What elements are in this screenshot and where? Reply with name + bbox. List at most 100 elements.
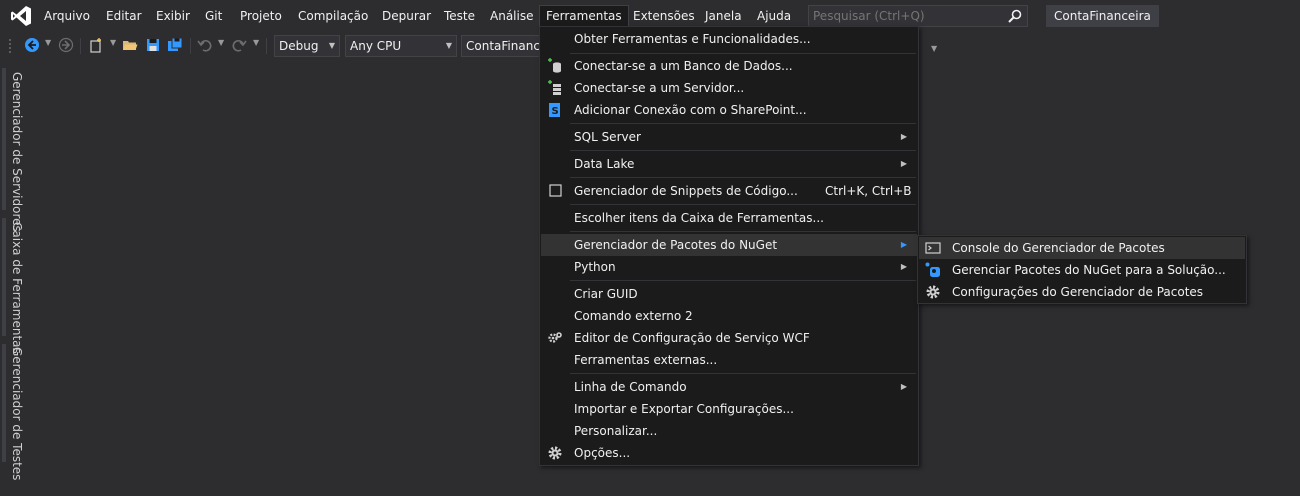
menu-separator bbox=[570, 150, 916, 151]
platform-value: Any CPU bbox=[350, 39, 402, 53]
menu-item-comando-externo[interactable]: Comando externo 2 bbox=[541, 305, 917, 327]
menu-item-importar-exportar[interactable]: Importar e Exportar Configurações... bbox=[541, 398, 917, 420]
submenu-item-console[interactable]: Console do Gerenciador de Pacotes bbox=[919, 237, 1245, 259]
undo-icon[interactable] bbox=[197, 37, 213, 53]
menu-item-ferramentas-externas[interactable]: Ferramentas externas... bbox=[541, 349, 917, 371]
menu-item-label: Python bbox=[574, 260, 616, 274]
submenu-arrow-icon: ▶ bbox=[900, 240, 907, 249]
menu-item-obter-ferramentas[interactable]: Obter Ferramentas e Funcionalidades... bbox=[541, 28, 917, 50]
menu-item-label: Linha de Comando bbox=[574, 380, 687, 394]
submenu-item-label: Console do Gerenciador de Pacotes bbox=[952, 241, 1165, 255]
menu-item-adicionar-sharepoint[interactable]: S Adicionar Conexão com o SharePoint... bbox=[541, 99, 917, 121]
menu-separator bbox=[570, 177, 916, 178]
visual-studio-logo-icon[interactable] bbox=[10, 5, 32, 27]
server-connect-icon bbox=[548, 80, 561, 95]
solution-configuration-select[interactable]: Debug ▼ bbox=[274, 35, 340, 57]
menu-item-label: Escolher itens da Caixa de Ferramentas..… bbox=[574, 211, 824, 225]
submenu-arrow-icon: ▶ bbox=[900, 132, 907, 141]
submenu-item-gerenciar-pacotes[interactable]: Gerenciar Pacotes do NuGet para a Soluçã… bbox=[919, 259, 1245, 281]
open-folder-icon[interactable] bbox=[122, 37, 138, 53]
menu-item-label: Ferramentas externas... bbox=[574, 353, 718, 367]
menu-item-shortcut: Ctrl+K, Ctrl+B bbox=[825, 184, 912, 198]
redo-icon[interactable] bbox=[231, 37, 247, 53]
chevron-down-icon[interactable]: ▼ bbox=[253, 38, 259, 47]
menu-exibir[interactable]: Exibir bbox=[156, 6, 190, 26]
menu-item-label: Personalizar... bbox=[574, 424, 658, 438]
menu-item-label: Comando externo 2 bbox=[574, 309, 693, 323]
menu-separator bbox=[570, 373, 916, 374]
database-connect-icon bbox=[548, 58, 561, 73]
menu-separator bbox=[570, 280, 916, 281]
menu-item-editor-wcf[interactable]: Editor de Configuração de Serviço WCF bbox=[541, 327, 917, 349]
chevron-down-icon[interactable]: ▼ bbox=[45, 38, 51, 47]
gear-icon bbox=[548, 446, 562, 460]
menu-item-nuget[interactable]: Gerenciador de Pacotes do NuGet ▶ bbox=[541, 234, 917, 256]
save-all-icon[interactable] bbox=[167, 37, 183, 53]
menu-editar[interactable]: Editar bbox=[106, 6, 142, 26]
menu-item-linha-comando[interactable]: Linha de Comando ▶ bbox=[541, 376, 917, 398]
toolbar-separator bbox=[190, 38, 191, 54]
chevron-down-icon: ▼ bbox=[445, 41, 452, 50]
side-tab-gerenciador-servidores[interactable]: Gerenciador de Servidores bbox=[6, 72, 28, 232]
nuget-submenu: Console do Gerenciador de Pacotes Gerenc… bbox=[917, 235, 1247, 304]
console-icon bbox=[925, 242, 941, 254]
menu-item-python[interactable]: Python ▶ bbox=[541, 256, 917, 278]
menu-separator bbox=[570, 231, 916, 232]
side-tab-gerenciador-testes[interactable]: Gerenciador de Testes bbox=[6, 347, 28, 480]
menu-item-escolher-itens-caixa[interactable]: Escolher itens da Caixa de Ferramentas..… bbox=[541, 207, 917, 229]
menu-depurar[interactable]: Depurar bbox=[382, 6, 431, 26]
menu-item-snippets[interactable]: Gerenciador de Snippets de Código... Ctr… bbox=[541, 180, 917, 202]
solution-name-badge[interactable]: ContaFinanceira bbox=[1046, 5, 1159, 27]
submenu-arrow-icon: ▶ bbox=[900, 262, 907, 271]
menu-item-label: Importar e Exportar Configurações... bbox=[574, 402, 794, 416]
chevron-down-icon[interactable]: ▼ bbox=[218, 38, 224, 47]
menu-arquivo[interactable]: Arquivo bbox=[44, 6, 90, 26]
configuration-value: Debug bbox=[279, 39, 319, 53]
menu-item-opcoes[interactable]: Opções... bbox=[541, 442, 917, 464]
menu-item-criar-guid[interactable]: Criar GUID bbox=[541, 283, 917, 305]
menu-item-data-lake[interactable]: Data Lake ▶ bbox=[541, 153, 917, 175]
save-icon[interactable] bbox=[145, 37, 161, 53]
menu-analise[interactable]: Análise bbox=[490, 6, 533, 26]
menu-compilacao[interactable]: Compilação bbox=[298, 6, 368, 26]
menu-item-conectar-servidor[interactable]: Conectar-se a um Servidor... bbox=[541, 77, 917, 99]
submenu-arrow-icon: ▶ bbox=[900, 159, 907, 168]
menu-item-label: Conectar-se a um Servidor... bbox=[574, 81, 745, 95]
toolbar-separator bbox=[266, 38, 267, 54]
solution-platform-select[interactable]: Any CPU ▼ bbox=[345, 35, 457, 57]
submenu-arrow-icon: ▶ bbox=[900, 382, 907, 391]
menu-item-label: Gerenciador de Pacotes do NuGet bbox=[574, 238, 778, 252]
startup-project-select[interactable]: ContaFinance bbox=[461, 35, 541, 57]
menu-item-personalizar[interactable]: Personalizar... bbox=[541, 420, 917, 442]
submenu-item-configuracoes[interactable]: Configurações do Gerenciador de Pacotes bbox=[919, 281, 1245, 303]
search-icon[interactable] bbox=[1007, 8, 1023, 24]
menu-item-sql-server[interactable]: SQL Server ▶ bbox=[541, 126, 917, 148]
gear-icon bbox=[926, 285, 940, 299]
menu-item-label: Adicionar Conexão com o SharePoint... bbox=[574, 103, 807, 117]
menu-teste[interactable]: Teste bbox=[444, 6, 475, 26]
menu-ferramentas[interactable]: Ferramentas bbox=[539, 5, 629, 27]
new-project-icon[interactable] bbox=[88, 37, 104, 53]
menu-separator bbox=[570, 204, 916, 205]
toolbar-overflow-icon[interactable]: ▼ bbox=[931, 44, 937, 53]
menu-extensoes[interactable]: Extensões bbox=[633, 6, 695, 26]
sharepoint-icon: S bbox=[549, 103, 560, 117]
search-input[interactable] bbox=[809, 6, 999, 26]
toolbar-grip[interactable] bbox=[8, 38, 12, 54]
menu-item-label: Criar GUID bbox=[574, 287, 638, 301]
chevron-down-icon[interactable]: ▼ bbox=[110, 38, 116, 47]
menu-ajuda[interactable]: Ajuda bbox=[757, 6, 791, 26]
side-tab-caixa-ferramentas[interactable]: Caixa de Ferramentas bbox=[6, 222, 28, 354]
nuget-icon bbox=[925, 262, 940, 277]
navigate-forward-icon[interactable] bbox=[58, 37, 74, 53]
menu-projeto[interactable]: Projeto bbox=[240, 6, 282, 26]
chevron-down-icon: ▼ bbox=[328, 41, 335, 50]
svg-text:S: S bbox=[552, 106, 559, 117]
menu-git[interactable]: Git bbox=[205, 6, 222, 26]
wcf-gear-icon bbox=[548, 332, 562, 343]
menu-item-label: Opções... bbox=[574, 446, 631, 460]
menu-item-label: Gerenciador de Snippets de Código... bbox=[574, 184, 798, 198]
menu-item-conectar-banco-dados[interactable]: Conectar-se a um Banco de Dados... bbox=[541, 55, 917, 77]
navigate-back-icon[interactable] bbox=[24, 37, 40, 53]
menu-janela[interactable]: Janela bbox=[705, 6, 742, 26]
